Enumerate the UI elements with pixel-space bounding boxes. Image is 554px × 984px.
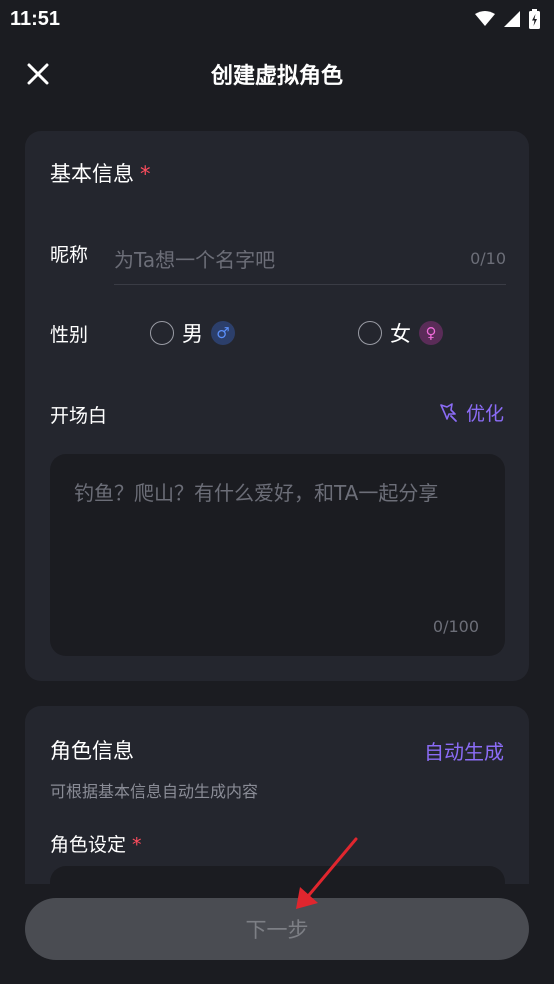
gender-option-male[interactable]: 男 ♂: [150, 318, 235, 348]
basic-info-title-text: 基本信息: [50, 162, 134, 186]
opening-label: 开场白: [50, 405, 108, 427]
female-label: 女: [390, 322, 411, 346]
magic-wand-icon: [440, 402, 457, 422]
auto-generate-button[interactable]: 自动生成: [424, 736, 504, 765]
required-mark: *: [140, 162, 151, 186]
wifi-icon: [475, 11, 495, 26]
header: 创建虚拟角色: [0, 46, 554, 102]
opening-placeholder: 钓鱼？爬山？有什么爱好，和TA一起分享: [74, 481, 439, 505]
battery-charging-icon: [529, 9, 540, 29]
optimize-label: 优化: [465, 403, 504, 425]
page-title: 创建虚拟角色: [210, 64, 343, 89]
status-bar: 11:51: [0, 0, 554, 38]
role-info-title: 角色信息: [50, 739, 134, 763]
opening-counter: 0/100: [432, 617, 479, 636]
close-button[interactable]: [22, 58, 54, 90]
signal-icon: [504, 11, 520, 27]
nickname-input[interactable]: 为Ta想一个名字吧 0/10: [114, 233, 506, 285]
role-setting-label: 角色设定 *: [50, 830, 142, 857]
role-info-hint: 可根据基本信息自动生成内容: [50, 782, 259, 801]
female-radio[interactable]: [358, 321, 382, 345]
status-time: 11:51: [10, 7, 61, 30]
basic-info-card: 基本信息 * 昵称 为Ta想一个名字吧 0/10 性别 男 ♂ 女 ♀ 开场白 优…: [25, 131, 529, 681]
bottom-bar: 下一步: [0, 884, 554, 984]
role-info-card: 角色信息 自动生成 可根据基本信息自动生成内容 角色设定 *: [25, 706, 529, 906]
nickname-placeholder: 为Ta想一个名字吧: [114, 248, 276, 272]
male-icon: ♂: [211, 321, 235, 345]
gender-label: 性别: [50, 324, 89, 346]
role-setting-label-text: 角色设定: [50, 834, 127, 856]
gender-option-female[interactable]: 女 ♀: [358, 318, 443, 348]
nickname-counter: 0/10: [470, 249, 506, 268]
female-icon: ♀: [419, 321, 443, 345]
nickname-label: 昵称: [50, 244, 89, 266]
close-icon: [27, 63, 49, 85]
male-radio[interactable]: [150, 321, 174, 345]
required-mark: *: [132, 834, 142, 856]
status-icons: [475, 9, 540, 29]
next-button[interactable]: 下一步: [25, 898, 529, 960]
optimize-button[interactable]: 优化: [438, 399, 504, 426]
opening-textarea[interactable]: 钓鱼？爬山？有什么爱好，和TA一起分享 0/100: [50, 454, 505, 656]
basic-info-title: 基本信息 *: [50, 158, 151, 188]
male-label: 男: [182, 322, 203, 346]
